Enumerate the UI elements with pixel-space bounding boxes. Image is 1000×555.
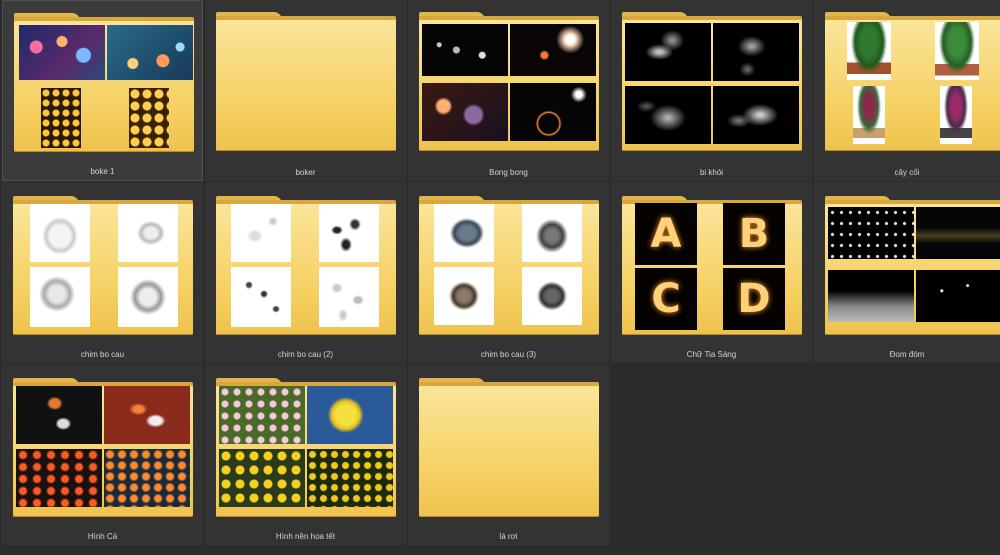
- bokeh-thumb-3: [41, 88, 81, 148]
- koi-thumb-4: [104, 449, 190, 507]
- pigeon-thumb-4: [522, 267, 582, 325]
- firefly-thumb-1: [828, 207, 914, 259]
- folder-icon: [216, 378, 396, 516]
- flower-thumb-4: [307, 449, 393, 507]
- folder-label: chim bo cau (2): [277, 350, 334, 359]
- folder-icon: [216, 196, 396, 334]
- folder-label: Chữ Tia Sáng: [686, 350, 737, 359]
- sparkler-letter-b-thumb: B: [723, 203, 785, 265]
- folder-tile-chu-tia-sang[interactable]: A B C D Chữ Tia Sáng: [611, 182, 812, 363]
- folder-tile-dom-dom[interactable]: Đom đóm: [814, 182, 1000, 363]
- folder-icon: [825, 196, 1000, 334]
- folder-label: Hình Cá: [87, 532, 118, 541]
- folder-label: lá rơi: [499, 532, 518, 541]
- firefly-thumb-4: [916, 270, 1000, 322]
- dove-flock-thumb-2: [319, 204, 379, 262]
- folder-label: Đom đóm: [889, 350, 925, 359]
- folder-tile-chim-bo-cau-2[interactable]: chim bo cau (2): [205, 182, 406, 363]
- bubble-thumb-1: [422, 24, 508, 76]
- smoke-thumb-1: [625, 23, 711, 81]
- smoke-thumb-3: [625, 86, 711, 144]
- flower-thumb-1: [219, 386, 305, 444]
- firefly-thumb-3: [828, 270, 914, 322]
- bokeh-thumb-2: [107, 25, 193, 80]
- folder-icon: [13, 196, 193, 334]
- bubble-thumb-4: [510, 83, 596, 141]
- folder-icon: [419, 196, 599, 334]
- folder-tile-chim-bo-cau[interactable]: chim bo cau: [2, 182, 203, 363]
- plant-thumb-2: [935, 22, 979, 80]
- dove-thumb-1: [30, 204, 90, 262]
- plant-thumb-4: [940, 86, 972, 144]
- dove-thumb-4: [118, 267, 178, 327]
- sparkler-letter-a-thumb: A: [635, 203, 697, 265]
- folder-grid: boke 1 boker Bong bong bi khói cây cối c…: [0, 0, 1000, 555]
- dove-flock-thumb-3: [231, 267, 291, 327]
- flower-thumb-2: [307, 386, 393, 444]
- smoke-thumb-2: [713, 23, 799, 81]
- folder-label: Hình nền hoa tết: [275, 532, 336, 541]
- folder-icon: [14, 13, 194, 151]
- sparkler-letter-c-thumb: C: [635, 268, 697, 330]
- folder-tile-hinh-nen-hoa-tet[interactable]: Hình nền hoa tết: [205, 364, 406, 545]
- bokeh-thumb-1: [19, 25, 105, 80]
- folder-tile-la-roi[interactable]: lá rơi: [408, 364, 609, 545]
- pigeon-thumb-3: [434, 267, 494, 325]
- sparkler-letter-d-thumb: D: [723, 268, 785, 330]
- pigeon-thumb-2: [522, 204, 582, 262]
- folder-label: boke 1: [90, 167, 115, 176]
- flower-thumb-3: [219, 449, 305, 507]
- folder-label: Bong bong: [489, 168, 528, 177]
- koi-thumb-3: [16, 449, 102, 507]
- dove-flock-thumb-1: [231, 204, 291, 262]
- folder-icon: [419, 12, 599, 150]
- plant-thumb-1: [847, 22, 891, 80]
- folder-icon: A B C D: [622, 196, 802, 334]
- bubble-thumb-3: [422, 83, 508, 141]
- folder-tile-hinh-ca[interactable]: Hình Cá: [2, 364, 203, 545]
- folder-icon: [622, 12, 802, 150]
- empty-folder-icon: [216, 12, 396, 150]
- koi-thumb-2: [104, 386, 190, 444]
- empty-folder-icon: [419, 378, 599, 516]
- bubble-thumb-2: [510, 24, 596, 76]
- folder-label: chim bo cau: [80, 350, 125, 359]
- firefly-thumb-2: [916, 207, 1000, 259]
- folder-icon: [825, 12, 1000, 150]
- koi-thumb-1: [16, 386, 102, 444]
- folder-tile-bong-bong[interactable]: Bong bong: [408, 0, 609, 181]
- folder-label: cây cối: [894, 168, 920, 177]
- folder-icon: [13, 378, 193, 516]
- folder-tile-boker[interactable]: boker: [205, 0, 406, 181]
- plant-thumb-3: [853, 86, 885, 144]
- pigeon-thumb-1: [434, 204, 494, 262]
- folder-label: boker: [295, 168, 316, 177]
- dove-flock-thumb-4: [319, 267, 379, 327]
- folder-label: chim bo cau (3): [480, 350, 537, 359]
- folder-tile-boke-1[interactable]: boke 1: [2, 0, 203, 181]
- folder-tile-cay-coi[interactable]: cây cối: [814, 0, 1000, 181]
- folder-tile-bi-khoi[interactable]: bi khói: [611, 0, 812, 181]
- smoke-thumb-4: [713, 86, 799, 144]
- bokeh-thumb-4: [129, 88, 169, 148]
- folder-tile-chim-bo-cau-3[interactable]: chim bo cau (3): [408, 182, 609, 363]
- dove-thumb-2: [118, 204, 178, 262]
- dove-thumb-3: [30, 267, 90, 327]
- folder-label: bi khói: [699, 168, 724, 177]
